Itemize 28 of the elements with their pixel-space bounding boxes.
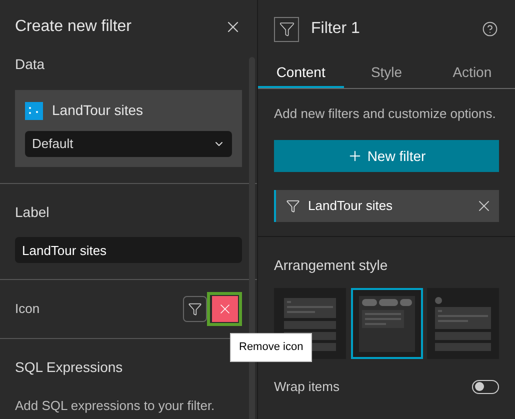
new-filter-button[interactable]: New filter (274, 140, 499, 172)
filter-icon (274, 16, 299, 42)
icon-label: Icon (15, 300, 40, 318)
filter-item[interactable]: LandTour sites (274, 190, 499, 222)
filter-icon (286, 199, 300, 213)
dots-icon (25, 102, 43, 120)
section-heading: Label (15, 203, 50, 222)
section-description: Add SQL expressions to your filter. (15, 397, 216, 415)
filter-label: LandTour sites (308, 197, 393, 216)
data-source-name: LandTour sites (52, 101, 144, 120)
panel-title: Create new filter (15, 17, 132, 37)
wrap-items-toggle[interactable] (472, 380, 499, 394)
tab[interactable]: Content (258, 58, 344, 88)
view-dropdown[interactable]: Default (25, 131, 232, 157)
remove-icon-button[interactable] (207, 292, 242, 326)
tooltip: Remove icon (230, 333, 312, 362)
tab[interactable]: Style (344, 58, 430, 88)
filter-icon-button[interactable] (183, 296, 207, 322)
section-heading: Arrangement style (274, 256, 389, 275)
section-heading: Data (15, 55, 46, 74)
panel-description: Add new filters and customize options. (274, 105, 497, 123)
help-icon[interactable] (482, 21, 498, 37)
tab[interactable]: Action (429, 58, 515, 88)
section-heading: SQL Expressions (15, 358, 124, 377)
label-input[interactable]: LandTour sites (15, 237, 242, 263)
widget-title: Filter 1 (311, 19, 360, 39)
filter-icon (188, 302, 202, 316)
wrap-items-label: Wrap items (274, 378, 340, 396)
